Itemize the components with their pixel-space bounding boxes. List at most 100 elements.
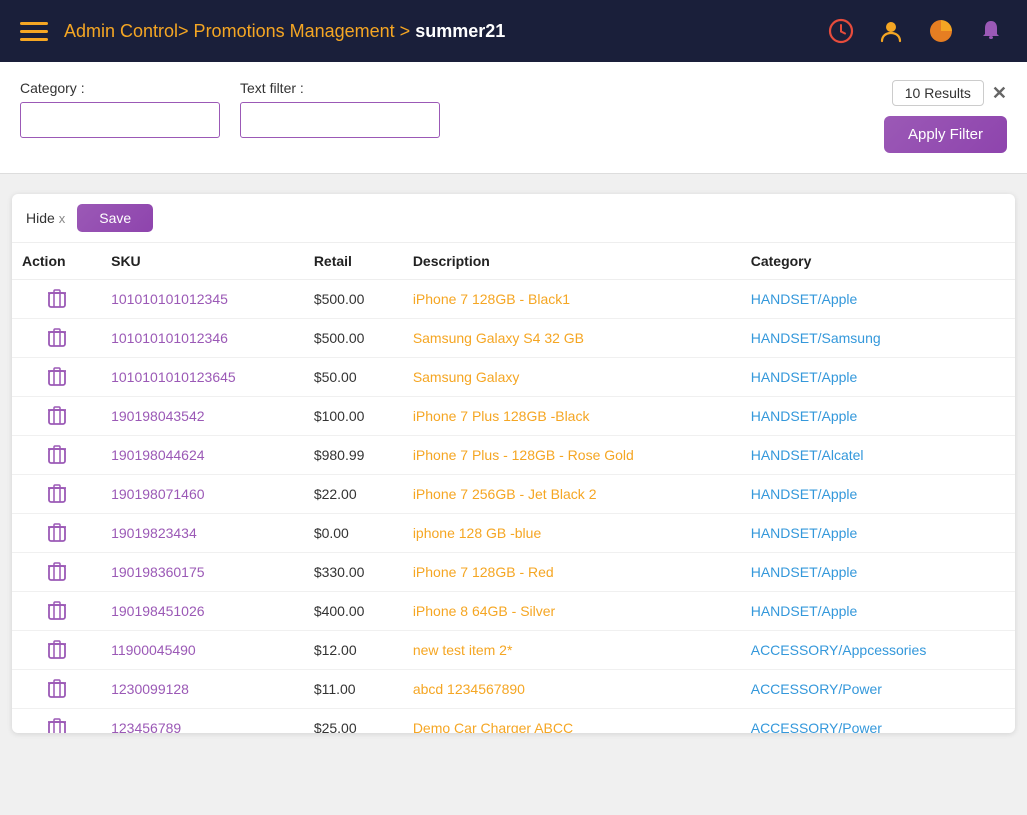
category-link[interactable]: HANDSET/Apple [751, 564, 858, 580]
category-link[interactable]: ACCESSORY/Power [751, 720, 882, 733]
delete-icon[interactable] [22, 640, 91, 660]
category-cell: ACCESSORY/Power [741, 670, 1015, 709]
sku-cell: 123456789 [101, 709, 304, 734]
category-link[interactable]: ACCESSORY/Appcessories [751, 642, 927, 658]
category-filter-field: Category : [20, 80, 220, 138]
table-row: 123456789$25.00Demo Car Charger ABCCACCE… [12, 709, 1015, 734]
table-row: 101010101012345$500.00iPhone 7 128GB - B… [12, 280, 1015, 319]
text-filter-input[interactable] [240, 102, 440, 138]
filter-close-button[interactable]: ✕ [992, 84, 1007, 102]
description-link[interactable]: new test item 2* [413, 642, 513, 658]
sku-link[interactable]: 190198044624 [111, 447, 204, 463]
description-link[interactable]: iPhone 7 256GB - Jet Black 2 [413, 486, 597, 502]
clock-icon[interactable] [825, 15, 857, 47]
action-cell [12, 514, 101, 553]
table-panel: Hide x Save Action SKU Retail Descriptio… [12, 194, 1015, 733]
sku-link[interactable]: 11900045490 [111, 642, 196, 658]
delete-icon[interactable] [22, 679, 91, 699]
table-row: 19019823434 $0.00 iphone 128 GB -blue HANDS… [12, 514, 1015, 553]
description-link[interactable]: iPhone 7 128GB - Black1 [413, 291, 570, 307]
sku-link[interactable]: 123456789 [111, 720, 181, 733]
table-row: 190198043542 $100.00 iPhone 7 Plus 128GB -… [12, 397, 1015, 436]
table-wrapper[interactable]: Action SKU Retail Description Category 1… [12, 243, 1015, 733]
sku-link[interactable]: 101010101012346 [111, 330, 228, 346]
sku-cell: 190198360175 [101, 553, 304, 592]
description-link[interactable]: iphone 128 GB -blue [413, 525, 541, 541]
category-input[interactable] [20, 102, 220, 138]
description-cell: Samsung Galaxy S4 32 GB [403, 319, 741, 358]
action-cell [12, 397, 101, 436]
sku-link[interactable]: 190198360175 [111, 564, 204, 580]
sku-cell: 11900045490 [101, 631, 304, 670]
delete-icon[interactable] [22, 718, 91, 733]
category-link[interactable]: HANDSET/Samsung [751, 330, 881, 346]
hide-button[interactable]: Hide x [26, 210, 65, 226]
delete-icon[interactable] [22, 562, 91, 582]
breadcrumb-bold: summer21 [415, 21, 505, 41]
retail-cell: $100.00 [304, 397, 403, 436]
category-link[interactable]: HANDSET/Apple [751, 603, 858, 619]
header-icons [825, 15, 1007, 47]
description-link[interactable]: abcd 1234567890 [413, 681, 525, 697]
table-toolbar: Hide x Save [12, 194, 1015, 243]
sku-link[interactable]: 19019823434 [111, 525, 197, 541]
sku-cell: 1010101010123645 [101, 358, 304, 397]
table-row: 11900045490$12.00new test item 2*ACCESSO… [12, 631, 1015, 670]
delete-icon[interactable] [22, 523, 91, 543]
hide-label: Hide [26, 210, 55, 226]
retail-cell: $50.00 [304, 358, 403, 397]
sku-link[interactable]: 190198071460 [111, 486, 204, 502]
apply-filter-button[interactable]: Apply Filter [884, 116, 1007, 153]
description-link[interactable]: Demo Car Charger ABCC [413, 720, 573, 733]
sku-link[interactable]: 190198451026 [111, 603, 204, 619]
category-link[interactable]: HANDSET/Apple [751, 369, 858, 385]
filter-right: 10 Results ✕ Apply Filter [884, 80, 1007, 153]
category-link[interactable]: HANDSET/Apple [751, 291, 858, 307]
retail-cell: $0.00 [304, 514, 403, 553]
description-link[interactable]: iPhone 7 128GB - Red [413, 564, 554, 580]
action-cell [12, 592, 101, 631]
description-link[interactable]: iPhone 7 Plus - 128GB - Rose Gold [413, 447, 634, 463]
sku-link[interactable]: 1230099128 [111, 681, 189, 697]
table-row: 1010101010123645 $50.00 Samsung Galaxy HAND… [12, 358, 1015, 397]
retail-cell: $980.99 [304, 436, 403, 475]
category-link[interactable]: ACCESSORY/Power [751, 681, 882, 697]
sku-link[interactable]: 101010101012345 [111, 291, 228, 307]
description-link[interactable]: iPhone 8 64GB - Silver [413, 603, 555, 619]
action-cell [12, 670, 101, 709]
delete-icon[interactable] [22, 445, 91, 465]
category-cell: HANDSET/Alcatel [741, 436, 1015, 475]
col-retail: Retail [304, 243, 403, 280]
description-link[interactable]: iPhone 7 Plus 128GB -Black [413, 408, 590, 424]
bell-icon[interactable] [975, 15, 1007, 47]
delete-icon[interactable] [22, 289, 91, 309]
description-link[interactable]: Samsung Galaxy [413, 369, 520, 385]
sku-cell: 101010101012345 [101, 280, 304, 319]
delete-icon[interactable] [22, 328, 91, 348]
description-link[interactable]: Samsung Galaxy S4 32 GB [413, 330, 584, 346]
category-link[interactable]: HANDSET/Alcatel [751, 447, 864, 463]
table-row: 190198360175$330.00iPhone 7 128GB - RedH… [12, 553, 1015, 592]
user-icon[interactable] [875, 15, 907, 47]
pie-chart-icon[interactable] [925, 15, 957, 47]
delete-icon[interactable] [22, 601, 91, 621]
category-link[interactable]: HANDSET/Apple [751, 525, 858, 541]
table-row: 101010101012346$500.00Samsung Galaxy S4 … [12, 319, 1015, 358]
table-header-row: Action SKU Retail Description Category [12, 243, 1015, 280]
results-badge: 10 Results [892, 80, 984, 106]
delete-icon[interactable] [22, 367, 91, 387]
category-cell: HANDSET/Apple [741, 553, 1015, 592]
results-badge-row: 10 Results ✕ [892, 80, 1007, 106]
category-link[interactable]: HANDSET/Apple [751, 408, 858, 424]
category-cell: HANDSET/Samsung [741, 319, 1015, 358]
sku-link[interactable]: 190198043542 [111, 408, 204, 424]
delete-icon[interactable] [22, 484, 91, 504]
category-cell: HANDSET/Apple [741, 358, 1015, 397]
sku-link[interactable]: 1010101010123645 [111, 369, 236, 385]
category-link[interactable]: HANDSET/Apple [751, 486, 858, 502]
hamburger-menu[interactable] [20, 22, 48, 41]
description-cell: new test item 2* [403, 631, 741, 670]
save-button[interactable]: Save [77, 204, 153, 232]
hide-x: x [59, 211, 66, 226]
delete-icon[interactable] [22, 406, 91, 426]
